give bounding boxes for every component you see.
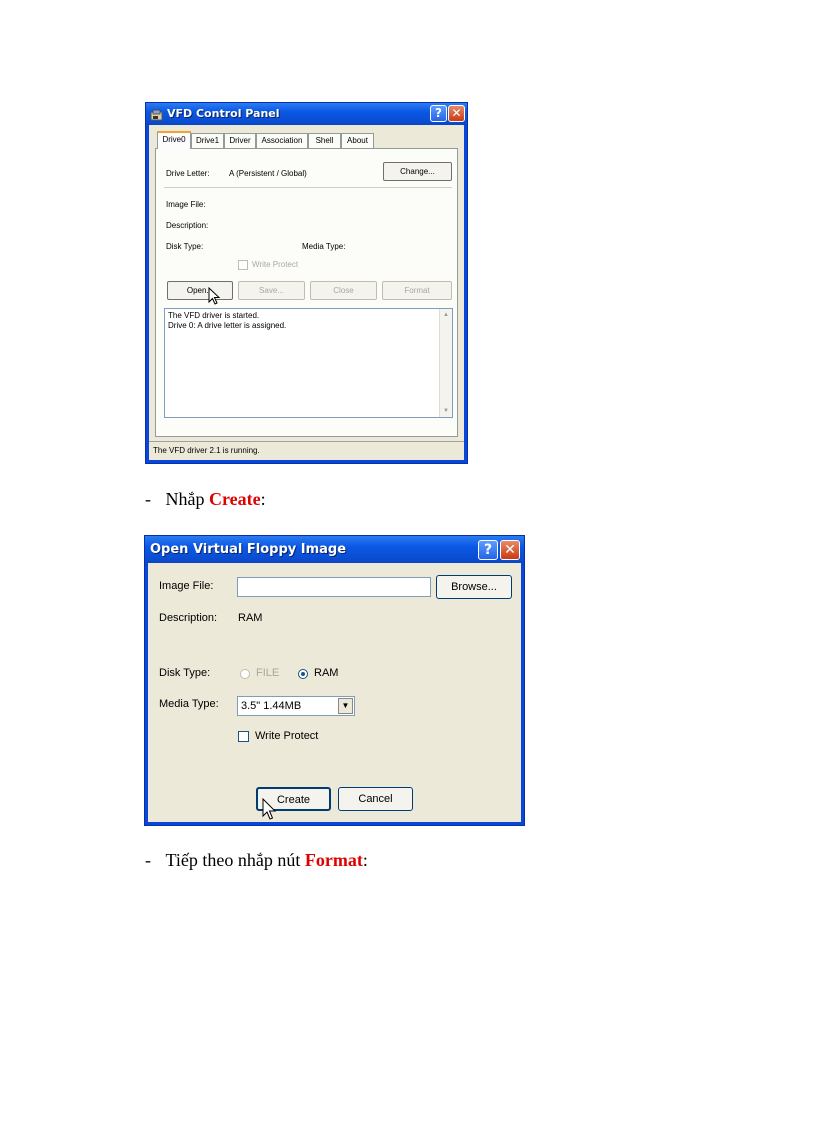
disk-type-label: Disk Type:	[159, 667, 211, 679]
window-title: Open Virtual Floppy Image	[150, 542, 347, 557]
tab-drive0[interactable]: Drive0	[157, 131, 191, 149]
bullet: -	[145, 489, 151, 509]
bullet: -	[145, 850, 151, 870]
help-icon[interactable]: ?	[478, 540, 498, 560]
media-type-label: Media Type:	[302, 242, 346, 251]
log-scrollbar[interactable]: ▲ ▼	[439, 309, 452, 417]
instruction-format: - Tiếp theo nhắp nút Format:	[145, 850, 368, 871]
write-protect-label: Write Protect	[252, 260, 299, 269]
change-button[interactable]: Change...	[383, 162, 452, 181]
format-button[interactable]: Format	[382, 281, 452, 300]
media-type-label: Media Type:	[159, 698, 219, 710]
media-type-select[interactable]: 3.5" 1.44MB ▼	[237, 696, 355, 716]
close-button[interactable]: Close	[310, 281, 377, 300]
instruction-suffix: :	[260, 489, 266, 509]
open-virtual-floppy-titlebar[interactable]: Open Virtual Floppy Image ? ✕	[145, 536, 524, 563]
mouse-cursor-icon	[262, 798, 277, 820]
radio-selected-dot	[301, 672, 305, 676]
help-icon[interactable]: ?	[430, 105, 447, 122]
status-bar: The VFD driver 2.1 is running.	[149, 441, 464, 460]
save-button[interactable]: Save...	[238, 281, 305, 300]
tab-driver[interactable]: Driver	[224, 133, 256, 148]
image-file-label: Image File:	[166, 200, 206, 209]
disk-type-label: Disk Type:	[166, 242, 204, 251]
instruction-suffix: :	[362, 850, 368, 870]
log-line: The VFD driver is started.	[168, 311, 260, 320]
tab-shell[interactable]: Shell	[308, 133, 341, 148]
highlight-create: Create	[209, 489, 261, 509]
scroll-up-icon[interactable]: ▲	[441, 310, 451, 320]
dropdown-arrow-icon[interactable]: ▼	[338, 698, 353, 714]
highlight-format: Format	[304, 850, 363, 870]
write-protect-label: Write Protect	[255, 730, 319, 742]
instruction-text: Tiếp theo nhắp nút	[165, 850, 305, 870]
vfd-app-icon	[150, 107, 163, 121]
disk-type-ram-label: RAM	[314, 667, 339, 679]
disk-type-ram-radio[interactable]	[298, 669, 308, 679]
open-button[interactable]: Open...	[167, 281, 233, 300]
write-protect-checkbox[interactable]	[238, 731, 249, 742]
instruction-create: - Nhắp Create:	[145, 489, 266, 510]
drive0-tab-panel: Drive Letter: A (Persistent / Global) Ch…	[155, 148, 458, 437]
divider	[164, 187, 452, 188]
write-protect-checkbox[interactable]	[238, 260, 248, 270]
vfd-control-panel-window: VFD Control Panel ? ✕ Drive0 Drive1 Driv…	[145, 102, 468, 464]
disk-type-file-radio[interactable]	[240, 669, 250, 679]
description-value: RAM	[238, 612, 263, 624]
scroll-down-icon[interactable]: ▼	[441, 406, 451, 416]
image-file-input[interactable]	[237, 577, 431, 597]
close-icon[interactable]: ✕	[448, 105, 465, 122]
tab-drive1[interactable]: Drive1	[191, 133, 224, 148]
description-label: Description:	[166, 221, 209, 230]
tab-association[interactable]: Association	[256, 133, 308, 148]
drive-letter-value: A (Persistent / Global)	[229, 169, 307, 178]
mouse-cursor-icon	[208, 287, 221, 305]
cancel-button[interactable]: Cancel	[338, 787, 413, 811]
tab-about[interactable]: About	[341, 133, 374, 148]
close-icon[interactable]: ✕	[500, 540, 520, 560]
vfd-control-panel-body: Drive0 Drive1 Driver Association Shell A…	[149, 125, 464, 460]
status-text: The VFD driver 2.1 is running.	[153, 446, 260, 455]
description-label: Description:	[159, 612, 218, 624]
disk-type-file-label: FILE	[256, 667, 280, 679]
log-line: Drive 0: A drive letter is assigned.	[168, 321, 287, 330]
log-box[interactable]: The VFD driver is started. Drive 0: A dr…	[164, 308, 453, 418]
drive-letter-label: Drive Letter:	[166, 169, 210, 178]
vfd-control-panel-titlebar[interactable]: VFD Control Panel ? ✕	[146, 103, 467, 125]
window-title: VFD Control Panel	[167, 107, 280, 120]
image-file-label: Image File:	[159, 580, 214, 592]
open-virtual-floppy-body: Image File: Browse... Description: RAM D…	[148, 563, 521, 822]
instruction-text: Nhắp	[165, 489, 209, 509]
media-type-value: 3.5" 1.44MB	[241, 700, 302, 712]
browse-button[interactable]: Browse...	[436, 575, 512, 599]
open-virtual-floppy-window: Open Virtual Floppy Image ? ✕ Image File…	[144, 535, 525, 826]
